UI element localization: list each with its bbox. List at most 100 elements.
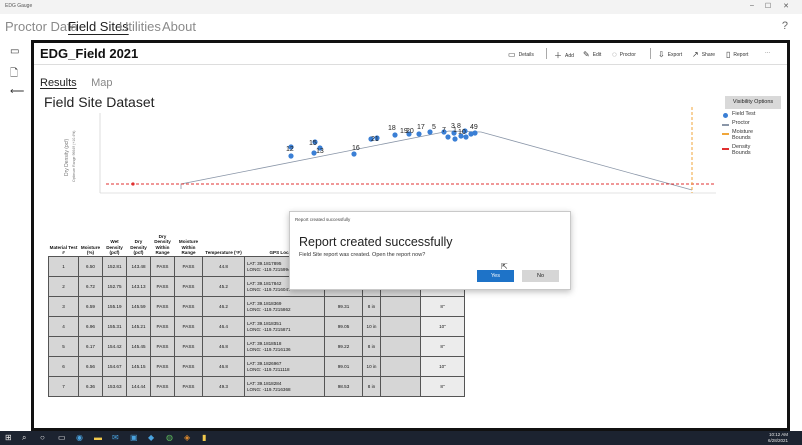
remarks-cell [380,356,421,378]
legend-item-moisture-bounds: Moisture Bounds [722,129,760,144]
gps-cell: LAT: 39.1818284 LONG: -119.7216368 [244,376,325,398]
table-row[interactable]: 5 6.17 154.42 145.45 PASS PASS 46.8 LAT: 39.181… [48,336,465,358]
dart-size-cell: 10 in [362,316,381,338]
moisture-cell: 6.17 [78,336,103,358]
point-label: 5 [432,124,436,131]
temperature-cell: 44.8 [202,256,245,278]
maximize-button[interactable]: ☐ [762,2,774,10]
help-button[interactable]: ? [782,20,788,32]
remarks-cell [380,296,421,318]
edg-gauge-icon[interactable]: ▮ [202,433,206,442]
mail-icon[interactable]: ✉ [112,433,119,442]
point-label: 18 [388,125,396,132]
comment-cell: 8" [420,376,465,398]
data-point [392,132,398,138]
temperature-cell: 45.2 [202,276,245,298]
point-label: 7 [442,127,446,134]
no-button[interactable]: No [522,270,559,282]
moisture-range-cell: PASS [174,316,203,338]
gps-long: LONG: -119.7215862 [247,306,291,312]
legend-swatch [722,133,729,135]
chart-lines [106,107,716,193]
remarks-cell [380,316,421,338]
card-icon[interactable]: ▭ [10,46,19,57]
moisture-range-cell: PASS [174,356,203,378]
table-row[interactable]: 4 6.96 155.31 145.21 PASS PASS 46.4 LAT: 39.181… [48,316,465,338]
data-point [445,134,451,140]
app-title: EDG Gauge [5,3,33,9]
app-icon[interactable]: ◆ [148,433,154,442]
folder-icon[interactable]: ▬ [94,433,102,442]
visibility-options-button[interactable]: Visibility Options [725,96,781,109]
legend-item-field-test: Field Test [722,111,760,120]
table-row[interactable]: 7 6.36 153.63 144.44 PASS PASS 49.3 LAT: 39.181… [48,376,465,398]
legend-item-proctor: Proctor [722,120,760,129]
dry-density-cell: 144.44 [126,376,151,398]
edge-icon[interactable]: ◉ [76,433,83,442]
dry-range-cell: PASS [150,296,175,318]
temperature-cell: 46.8 [202,356,245,378]
col-header[interactable]: Temperature (°F) [203,233,245,257]
y-axis-label: Dry Density (pcf) [64,138,70,176]
test-number-cell: 3 [48,296,79,318]
moisture-range-cell: PASS [174,276,203,298]
col-header[interactable]: Moisture Within Range [175,233,203,257]
data-point [351,151,357,157]
dry-density-cell: 145.59 [126,296,151,318]
temperature-cell: 46.2 [202,296,245,318]
dart-size-cell: 8 in [362,336,381,358]
legend-swatch [722,148,729,150]
collapse-icon[interactable]: ⟵ [10,86,24,97]
top-navigation: Proctor Data Field Sites Utilities About… [0,14,802,40]
point-label: 10 [458,129,466,136]
point-label: 20 [406,128,414,135]
wet-density-cell: 152.75 [102,276,127,298]
gps-long: LONG: -119.7215871 [247,326,291,332]
temperature-cell: 49.3 [202,376,245,398]
dry-density-cell: 145.21 [126,316,151,338]
moisture-range-cell: PASS [174,376,203,398]
clock-date: 6/28/2021 [767,438,788,443]
dry-range-cell: PASS [150,316,175,338]
close-button[interactable]: ✕ [780,2,792,10]
col-header[interactable]: Dry Density (pcf) [127,233,151,257]
point-label: 16 [352,145,360,152]
dry-density-cell: 145.45 [126,336,151,358]
store-icon[interactable]: ▣ [130,433,138,442]
col-header[interactable]: Material Test # [49,233,79,257]
dart-size-cell: 8 in [362,296,381,318]
chart-points: 121513 162118 192017 5 73181049 [286,123,478,159]
wet-density-cell: 155.19 [102,296,127,318]
task-view-icon[interactable]: ▭ [58,433,66,442]
table-row[interactable]: 6 6.56 154.67 145.15 PASS PASS 46.8 LAT: 39.182… [48,356,465,378]
legend-label: Density Bounds [732,144,751,156]
compaction-cell: 99.31 [324,296,363,318]
table-row[interactable]: 3 6.59 155.19 145.59 PASS PASS 46.2 LAT: 39.181… [48,296,465,318]
col-header[interactable]: Moisture (%) [79,233,103,257]
col-header[interactable]: Wet Density (pcf) [103,233,127,257]
dialog-caption: Report created successfully [295,217,351,222]
app-icon[interactable]: ◈ [184,433,190,442]
compaction-cell: 99.01 [324,356,363,378]
point-label: 12 [286,146,294,153]
chrome-icon[interactable]: ◍ [166,433,173,442]
tab-utilities[interactable]: Utilities [119,19,161,34]
minimize-button[interactable]: – [746,2,758,9]
yes-button[interactable]: Yes [477,270,514,282]
tab-about[interactable]: About [162,19,196,34]
test-number-cell: 5 [48,336,79,358]
chart-legend: Field Test Proctor Moisture Bounds Densi… [722,111,760,159]
gps-cell: LAT: 39.1818351 LONG: -119.7215871 [244,316,325,338]
legend-swatch [722,124,729,126]
moisture-cell: 6.59 [78,296,103,318]
dry-range-cell: PASS [150,376,175,398]
document-icon[interactable]: 🗋 [10,66,18,83]
test-number-cell: 2 [48,276,79,298]
col-header[interactable]: Dry Density Within Range [151,233,175,257]
windows-start-icon[interactable]: ⊞ [5,433,12,442]
cortana-icon[interactable]: ○ [40,433,45,442]
search-icon[interactable]: ⌕ [22,433,26,443]
dry-range-cell: PASS [150,336,175,358]
dry-density-cell: 143.48 [126,256,151,278]
point-label: 49 [470,124,478,131]
